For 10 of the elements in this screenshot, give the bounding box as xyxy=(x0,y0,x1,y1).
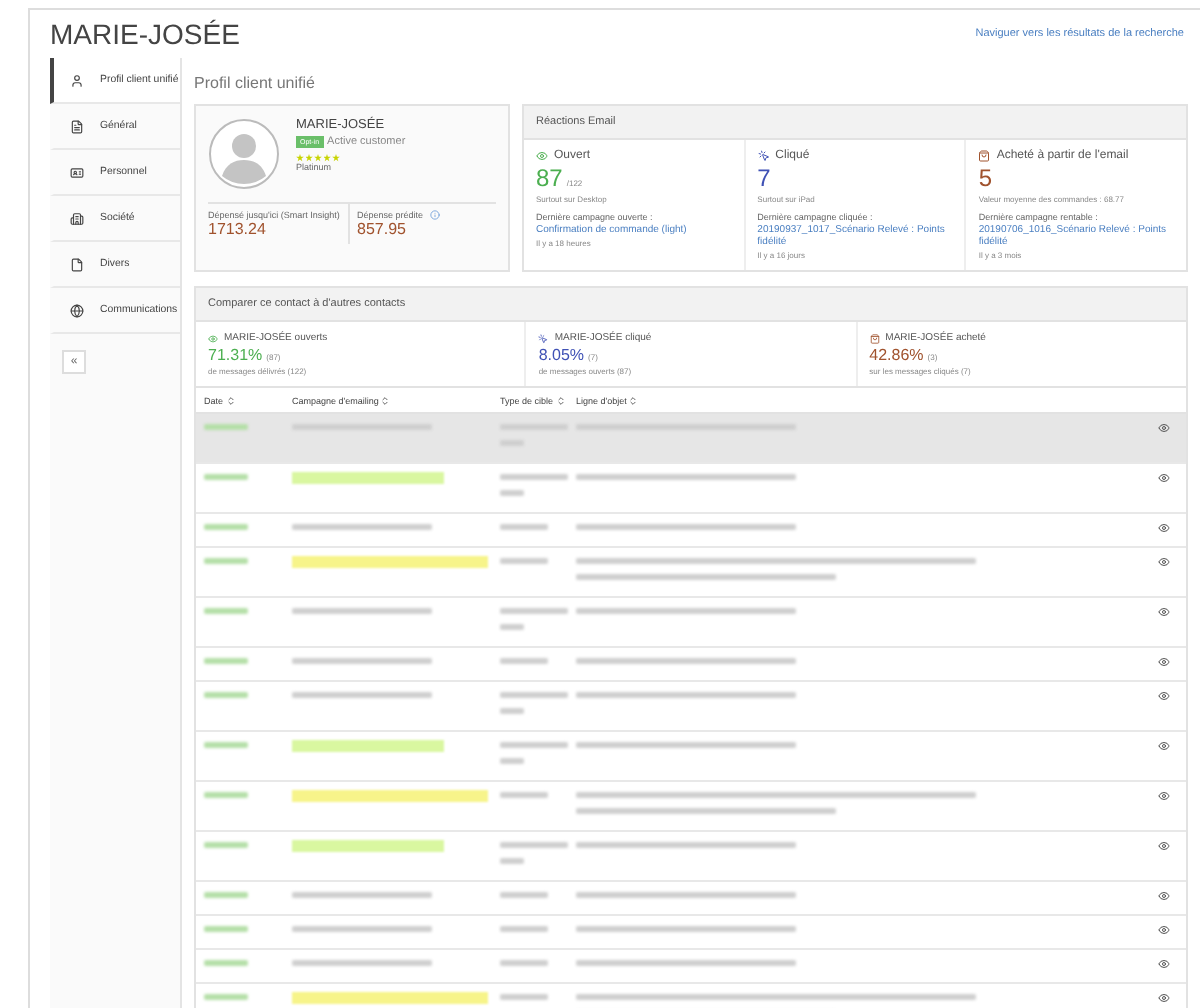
predicted-value: 857.95 xyxy=(357,220,408,238)
compare-percent: 8.05% xyxy=(538,346,585,364)
reaction-count: 7 xyxy=(757,164,771,192)
reaction-count: 87 xyxy=(536,164,563,192)
page-title: MARIE-JOSÉE xyxy=(50,18,240,50)
compare-percent: 71.31% xyxy=(208,346,263,364)
reaction-count: 5 xyxy=(978,164,993,192)
compare-percent: 42.86% xyxy=(869,346,924,364)
spent-value: 1713.24 xyxy=(208,220,268,238)
section-title: Profil client unifié xyxy=(194,74,317,92)
